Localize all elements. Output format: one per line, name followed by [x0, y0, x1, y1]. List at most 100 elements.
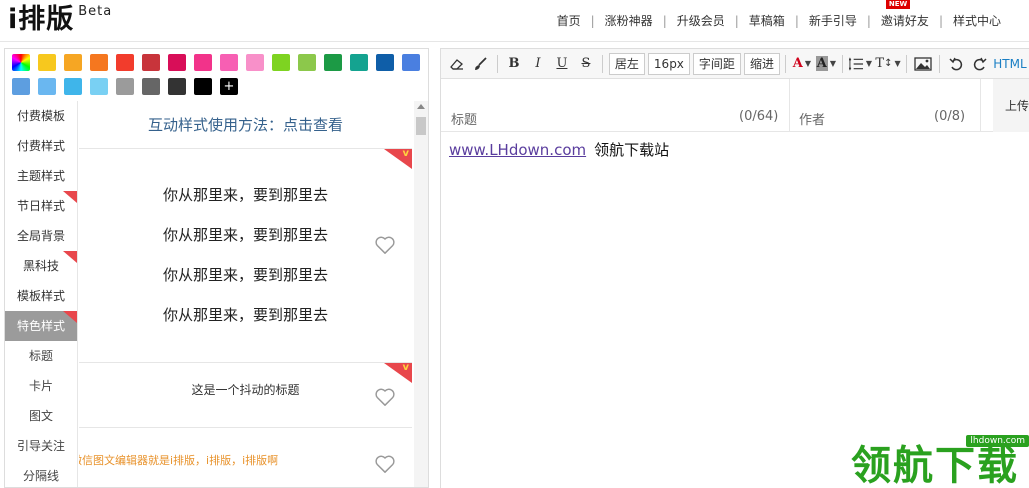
- author-field[interactable]: 作者: [799, 109, 825, 128]
- nav-item[interactable]: 新手引导: [799, 12, 867, 29]
- author-char-count: (0/8): [934, 109, 966, 124]
- undo-icon: [949, 57, 963, 70]
- html-mode-button[interactable]: HTML: [993, 53, 1026, 75]
- color-swatch[interactable]: [116, 54, 134, 71]
- nav-item-label: 升级会员: [676, 14, 725, 28]
- color-swatch[interactable]: [194, 54, 212, 71]
- content-link[interactable]: www.LHdown.com: [449, 141, 586, 159]
- template-title: 这是一个抖动的标题: [191, 383, 300, 397]
- color-swatch[interactable]: [90, 78, 108, 95]
- custom-color-swatch[interactable]: [12, 54, 30, 71]
- upload-cover-button[interactable]: 上传: [993, 79, 1029, 132]
- color-swatch[interactable]: [298, 54, 316, 71]
- editor-content[interactable]: www.LHdown.com 领航下载站: [449, 139, 669, 160]
- nav-item[interactable]: 草稿箱: [739, 12, 795, 29]
- nav-item[interactable]: 首页: [547, 12, 591, 29]
- color-swatch[interactable]: [272, 54, 290, 71]
- category-item[interactable]: 主题样式: [5, 161, 77, 191]
- font-size-button[interactable]: 16px: [647, 52, 690, 75]
- category-item[interactable]: 节日样式: [5, 191, 77, 221]
- nav-item[interactable]: 升级会员: [667, 12, 735, 29]
- color-swatch[interactable]: [246, 54, 264, 71]
- top-bar: i排版 Beta 首页 | 涨粉神器 | 升级会员 | 草稿箱 | 新手引导 | 邀请好友 NEW | 样…: [0, 0, 1029, 42]
- template-card[interactable]: 微信图文编辑器就是i排版，i排版，i排版啊: [79, 428, 412, 487]
- nav-item[interactable]: 样式中心: [943, 12, 1011, 29]
- color-swatch[interactable]: [324, 54, 342, 71]
- category-item[interactable]: 全局背景: [5, 221, 77, 251]
- category-label: 卡片: [28, 379, 53, 393]
- eraser-icon[interactable]: [447, 53, 467, 75]
- title-field[interactable]: 标题: [451, 109, 477, 128]
- template-scrollbar[interactable]: [414, 101, 428, 487]
- beta-label: Beta: [78, 4, 113, 19]
- redo-button[interactable]: [970, 53, 990, 75]
- color-swatch[interactable]: [168, 78, 186, 95]
- underline-button[interactable]: U: [552, 53, 572, 75]
- color-swatch[interactable]: [12, 78, 30, 95]
- undo-button[interactable]: [946, 53, 966, 75]
- subcategory-item[interactable]: 分隔线: [5, 461, 77, 487]
- add-color-button[interactable]: +: [220, 78, 238, 95]
- background-color-icon: A: [815, 56, 828, 71]
- subcategory-item[interactable]: 卡片: [5, 371, 77, 401]
- color-swatch[interactable]: [376, 54, 394, 71]
- insert-image-button[interactable]: [913, 53, 933, 75]
- background-color-button[interactable]: A ▼: [815, 53, 836, 75]
- color-swatch[interactable]: [142, 54, 160, 71]
- color-swatch[interactable]: [38, 54, 56, 71]
- subcategory-item[interactable]: 引导关注: [5, 431, 77, 461]
- align-button[interactable]: 居左: [608, 52, 645, 75]
- color-swatch[interactable]: [90, 54, 108, 71]
- category-item[interactable]: 付费模板: [5, 101, 77, 131]
- color-swatch[interactable]: [350, 54, 368, 71]
- format-brush-icon[interactable]: [471, 53, 491, 75]
- nav-item[interactable]: 邀请好友 NEW: [871, 0, 939, 29]
- editor-panel: B I U S 居左 16px 字间距 缩进 A ▼ A ▼ ▼ T ↕ ▼ H…: [440, 48, 1029, 488]
- color-swatch[interactable]: [168, 54, 186, 71]
- color-row: [12, 54, 428, 71]
- toolbar-divider: [906, 54, 908, 73]
- heart-icon[interactable]: [374, 235, 396, 255]
- color-swatch[interactable]: [220, 54, 238, 71]
- subcategory-item[interactable]: 图文: [5, 401, 77, 431]
- line-height-button[interactable]: ▼: [848, 53, 872, 75]
- vip-mark-icon: v: [402, 362, 409, 373]
- category-item[interactable]: 特色样式: [5, 311, 77, 341]
- color-swatch[interactable]: [116, 78, 134, 95]
- chevron-down-icon: ▼: [865, 59, 872, 68]
- color-swatch[interactable]: [194, 78, 212, 95]
- bold-button[interactable]: B: [504, 53, 524, 75]
- font-color-button[interactable]: A ▼: [792, 53, 812, 75]
- scroll-thumb[interactable]: [416, 117, 426, 135]
- color-swatch[interactable]: [64, 78, 82, 95]
- editor-toolbar: B I U S 居左 16px 字间距 缩进 A ▼ A ▼ ▼ T ↕ ▼ H…: [441, 49, 1029, 79]
- heart-icon[interactable]: [374, 387, 396, 407]
- watermark-text: 领航下载: [851, 443, 1019, 488]
- color-swatch[interactable]: [64, 54, 82, 71]
- nav-item-label: 首页: [556, 14, 581, 28]
- scroll-up-arrow-icon[interactable]: [417, 104, 425, 109]
- hot-flag-icon: [63, 251, 77, 263]
- category-item[interactable]: 付费样式: [5, 131, 77, 161]
- indent-button[interactable]: 缩进: [743, 52, 780, 75]
- logo[interactable]: i排版 Beta: [8, 2, 112, 38]
- category-label: 模板样式: [16, 289, 65, 303]
- color-swatch[interactable]: [142, 78, 160, 95]
- chevron-down-icon: ▼: [804, 59, 812, 68]
- template-card[interactable]: v 这是一个抖动的标题: [79, 362, 412, 428]
- category-item[interactable]: 模板样式: [5, 281, 77, 311]
- usage-tip-link[interactable]: 互动样式使用方法：点击查看: [79, 101, 412, 149]
- color-swatch[interactable]: [38, 78, 56, 95]
- color-row: +: [12, 78, 428, 95]
- italic-button[interactable]: I: [528, 53, 548, 75]
- heading-button[interactable]: T ↕ ▼: [875, 53, 900, 75]
- nav-item[interactable]: 涨粉神器: [595, 12, 663, 29]
- nav-item-label: 涨粉神器: [604, 14, 653, 28]
- category-item[interactable]: 黑科技: [5, 251, 77, 281]
- color-swatch[interactable]: [402, 54, 420, 71]
- template-card[interactable]: v 你从那里来，要到那里去 你从那里来，要到那里去 你从那里来，要到那里去 你从…: [79, 148, 412, 363]
- strikethrough-button[interactable]: S: [576, 53, 596, 75]
- heart-icon[interactable]: [374, 454, 396, 474]
- letter-spacing-button[interactable]: 字间距: [692, 52, 741, 75]
- subcategory-item[interactable]: 标题: [5, 341, 77, 371]
